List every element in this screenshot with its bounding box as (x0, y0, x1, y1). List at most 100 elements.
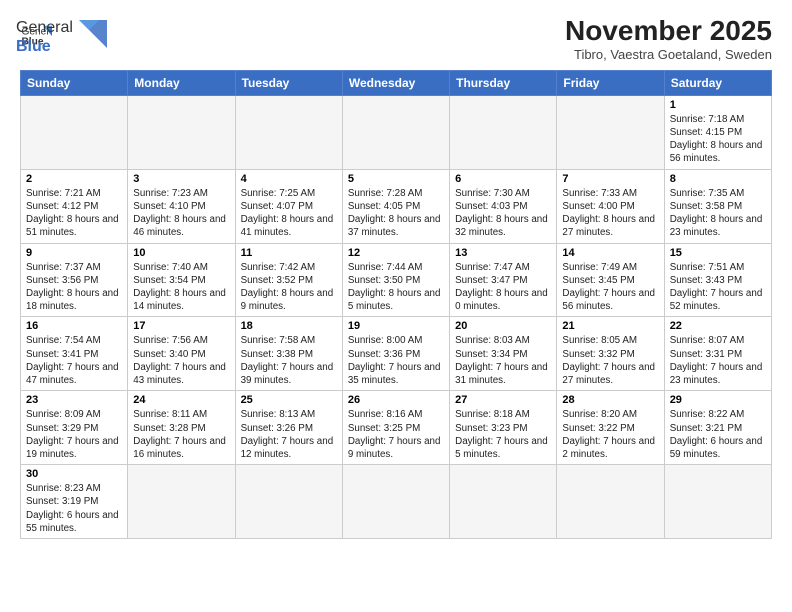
calendar-day-cell: 5 Sunrise: 7:28 AM Sunset: 4:05 PM Daylig… (342, 169, 449, 243)
day-number: 29 (670, 394, 766, 406)
calendar-day-cell: 1Sunrise: 7:18 AM Sunset: 4:15 PM Daylig… (664, 95, 771, 169)
day-number: 10 (133, 247, 229, 259)
day-info: Sunrise: 8:00 AM Sunset: 3:36 PM Dayligh… (348, 334, 444, 387)
calendar-week-row: 1Sunrise: 7:18 AM Sunset: 4:15 PM Daylig… (21, 95, 772, 169)
day-number: 15 (670, 247, 766, 259)
day-info: Sunrise: 7:44 AM Sunset: 3:50 PM Dayligh… (348, 261, 444, 314)
day-number: 30 (26, 468, 122, 480)
calendar-day-cell (235, 95, 342, 169)
calendar-day-cell (557, 95, 664, 169)
calendar-day-cell: 30Sunrise: 8:23 AM Sunset: 3:19 PM Dayli… (21, 465, 128, 539)
day-info: Sunrise: 8:20 AM Sunset: 3:22 PM Dayligh… (562, 408, 658, 461)
day-info: Sunrise: 7:58 AM Sunset: 3:38 PM Dayligh… (241, 334, 337, 387)
day-info: Sunrise: 8:03 AM Sunset: 3:34 PM Dayligh… (455, 334, 551, 387)
day-info: Sunrise: 7:35 AM Sunset: 3:58 PM Dayligh… (670, 187, 766, 240)
calendar-day-cell: 28 Sunrise: 8:20 AM Sunset: 3:22 PM Dayli… (557, 391, 664, 465)
weekday-header-sunday: Sunday (21, 70, 128, 95)
calendar-day-cell (557, 465, 664, 539)
day-number: 14 (562, 247, 658, 259)
day-info: Sunrise: 7:21 AM Sunset: 4:12 PM Dayligh… (26, 187, 122, 240)
calendar-day-cell: 24Sunrise: 8:11 AM Sunset: 3:28 PM Dayli… (128, 391, 235, 465)
day-number: 6 (455, 173, 551, 185)
calendar-day-cell: 4 Sunrise: 7:25 AM Sunset: 4:07 PM Daylig… (235, 169, 342, 243)
day-number: 22 (670, 320, 766, 332)
day-number: 2 (26, 173, 122, 185)
weekday-header-friday: Friday (557, 70, 664, 95)
day-number: 13 (455, 247, 551, 259)
calendar-day-cell (21, 95, 128, 169)
calendar-day-cell: 25Sunrise: 8:13 AM Sunset: 3:26 PM Dayli… (235, 391, 342, 465)
calendar-day-cell: 23Sunrise: 8:09 AM Sunset: 3:29 PM Dayli… (21, 391, 128, 465)
day-info: Sunrise: 7:42 AM Sunset: 3:52 PM Dayligh… (241, 261, 337, 314)
day-info: Sunrise: 7:30 AM Sunset: 4:03 PM Dayligh… (455, 187, 551, 240)
calendar-day-cell: 17 Sunrise: 7:56 AM Sunset: 3:40 PM Dayli… (128, 317, 235, 391)
calendar-day-cell: 8Sunrise: 7:35 AM Sunset: 3:58 PM Daylig… (664, 169, 771, 243)
calendar-day-cell: 13 Sunrise: 7:47 AM Sunset: 3:47 PM Dayli… (450, 243, 557, 317)
calendar-day-cell: 3 Sunrise: 7:23 AM Sunset: 4:10 PM Daylig… (128, 169, 235, 243)
logo-triangle-icon (79, 20, 107, 48)
month-title: November 2025 (565, 16, 772, 47)
calendar-day-cell: 16Sunrise: 7:54 AM Sunset: 3:41 PM Dayli… (21, 317, 128, 391)
day-number: 11 (241, 247, 337, 259)
day-number: 17 (133, 320, 229, 332)
logo-general: General (16, 18, 73, 37)
day-number: 3 (133, 173, 229, 185)
calendar-day-cell: 7 Sunrise: 7:33 AM Sunset: 4:00 PM Daylig… (557, 169, 664, 243)
logo-blue: Blue (16, 37, 73, 56)
day-info: Sunrise: 7:28 AM Sunset: 4:05 PM Dayligh… (348, 187, 444, 240)
header: General Blue General Blue General Blue N… (20, 16, 772, 62)
day-info: Sunrise: 8:07 AM Sunset: 3:31 PM Dayligh… (670, 334, 766, 387)
day-info: Sunrise: 8:09 AM Sunset: 3:29 PM Dayligh… (26, 408, 122, 461)
calendar-day-cell: 9 Sunrise: 7:37 AM Sunset: 3:56 PM Daylig… (21, 243, 128, 317)
calendar-day-cell (235, 465, 342, 539)
weekday-header-monday: Monday (128, 70, 235, 95)
day-number: 18 (241, 320, 337, 332)
day-info: Sunrise: 8:22 AM Sunset: 3:21 PM Dayligh… (670, 408, 766, 461)
day-number: 9 (26, 247, 122, 259)
day-info: Sunrise: 8:05 AM Sunset: 3:32 PM Dayligh… (562, 334, 658, 387)
calendar-day-cell (342, 465, 449, 539)
day-number: 4 (241, 173, 337, 185)
calendar-day-cell: 14Sunrise: 7:49 AM Sunset: 3:45 PM Dayli… (557, 243, 664, 317)
day-info: Sunrise: 7:37 AM Sunset: 3:56 PM Dayligh… (26, 261, 122, 314)
calendar-week-row: 2 Sunrise: 7:21 AM Sunset: 4:12 PM Daylig… (21, 169, 772, 243)
calendar-day-cell: 19 Sunrise: 8:00 AM Sunset: 3:36 PM Dayli… (342, 317, 449, 391)
calendar-day-cell: 29 Sunrise: 8:22 AM Sunset: 3:21 PM Dayli… (664, 391, 771, 465)
page: General Blue General Blue General Blue N… (0, 0, 792, 549)
day-number: 21 (562, 320, 658, 332)
day-info: Sunrise: 7:33 AM Sunset: 4:00 PM Dayligh… (562, 187, 658, 240)
day-info: Sunrise: 7:25 AM Sunset: 4:07 PM Dayligh… (241, 187, 337, 240)
calendar-header-row: SundayMondayTuesdayWednesdayThursdayFrid… (21, 70, 772, 95)
day-number: 20 (455, 320, 551, 332)
day-info: Sunrise: 7:47 AM Sunset: 3:47 PM Dayligh… (455, 261, 551, 314)
calendar-table: SundayMondayTuesdayWednesdayThursdayFrid… (20, 70, 772, 539)
day-number: 26 (348, 394, 444, 406)
location: Tibro, Vaestra Goetaland, Sweden (565, 47, 772, 62)
calendar-week-row: 30Sunrise: 8:23 AM Sunset: 3:19 PM Dayli… (21, 465, 772, 539)
day-info: Sunrise: 8:16 AM Sunset: 3:25 PM Dayligh… (348, 408, 444, 461)
day-info: Sunrise: 7:18 AM Sunset: 4:15 PM Dayligh… (670, 113, 766, 166)
day-info: Sunrise: 7:23 AM Sunset: 4:10 PM Dayligh… (133, 187, 229, 240)
day-info: Sunrise: 7:40 AM Sunset: 3:54 PM Dayligh… (133, 261, 229, 314)
calendar-day-cell: 10 Sunrise: 7:40 AM Sunset: 3:54 PM Dayli… (128, 243, 235, 317)
day-number: 12 (348, 247, 444, 259)
weekday-header-saturday: Saturday (664, 70, 771, 95)
day-number: 28 (562, 394, 658, 406)
day-info: Sunrise: 8:13 AM Sunset: 3:26 PM Dayligh… (241, 408, 337, 461)
day-info: Sunrise: 8:18 AM Sunset: 3:23 PM Dayligh… (455, 408, 551, 461)
calendar-week-row: 23Sunrise: 8:09 AM Sunset: 3:29 PM Dayli… (21, 391, 772, 465)
calendar-day-cell (664, 465, 771, 539)
calendar-day-cell: 21 Sunrise: 8:05 AM Sunset: 3:32 PM Dayli… (557, 317, 664, 391)
day-number: 19 (348, 320, 444, 332)
calendar-day-cell: 15Sunrise: 7:51 AM Sunset: 3:43 PM Dayli… (664, 243, 771, 317)
title-area: November 2025 Tibro, Vaestra Goetaland, … (565, 16, 772, 62)
calendar-day-cell (128, 95, 235, 169)
day-number: 7 (562, 173, 658, 185)
day-info: Sunrise: 7:56 AM Sunset: 3:40 PM Dayligh… (133, 334, 229, 387)
day-info: Sunrise: 8:11 AM Sunset: 3:28 PM Dayligh… (133, 408, 229, 461)
calendar-day-cell: 27Sunrise: 8:18 AM Sunset: 3:23 PM Dayli… (450, 391, 557, 465)
calendar-day-cell (342, 95, 449, 169)
calendar-day-cell (450, 95, 557, 169)
day-number: 5 (348, 173, 444, 185)
calendar-day-cell (450, 465, 557, 539)
